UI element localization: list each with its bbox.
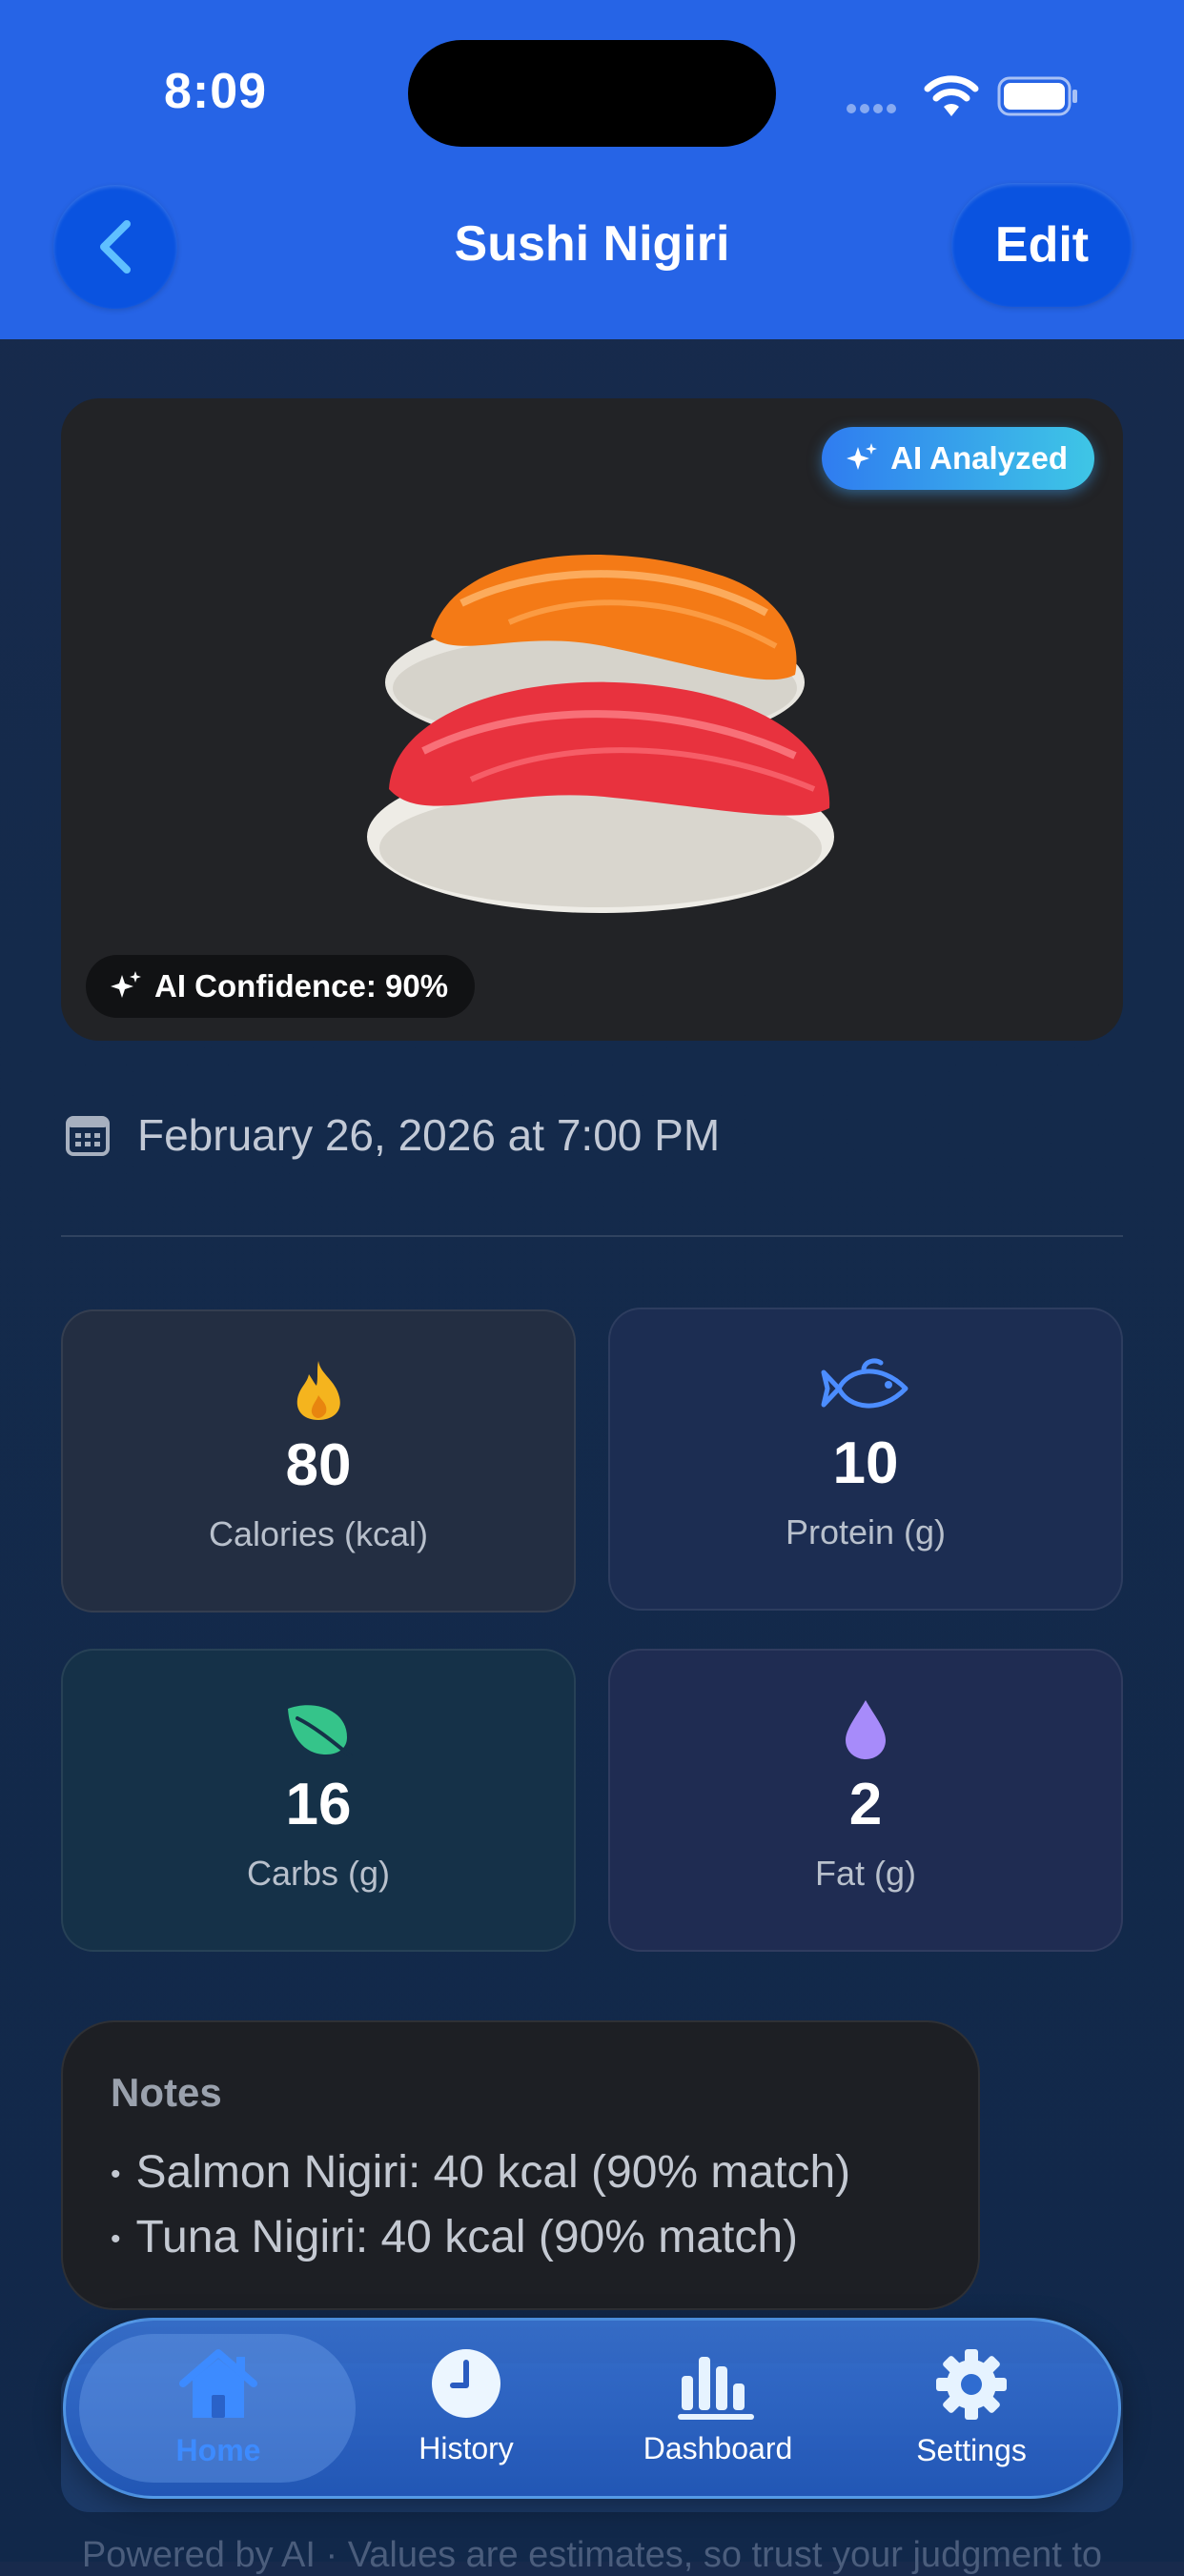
fat-tile: 2 Fat (g)	[608, 1649, 1123, 1952]
cellular-signal-icon	[847, 101, 904, 114]
ai-analyzed-label: AI Analyzed	[890, 440, 1068, 476]
protein-label: Protein (g)	[785, 1512, 947, 1552]
calories-label: Calories (kcal)	[208, 1514, 429, 1553]
notes-title: Notes	[111, 2070, 222, 2115]
tab-dashboard-label: Dashboard	[643, 2431, 793, 2465]
calories-value: 80	[285, 1432, 352, 1498]
ai-disclaimer: Powered by AI · Values are estimates, so…	[81, 2535, 1103, 2575]
status-time: 8:09	[164, 64, 268, 119]
fat-label: Fat (g)	[814, 1854, 916, 1893]
ai-analyzed-badge: AI Analyzed	[822, 427, 1094, 490]
calories-tile: 80 Calories (kcal)	[61, 1309, 576, 1613]
ai-confidence-badge: AI Confidence: 90%	[86, 955, 476, 1018]
note-text: Salmon Nigiri: 40 kcal (90% match)	[135, 2147, 851, 2198]
fish-icon	[821, 1358, 908, 1409]
note-item: • Salmon Nigiri: 40 kcal (90% match)	[111, 2147, 851, 2198]
tab-bar: Home History Dashboard Settings	[63, 2318, 1121, 2499]
fat-value: 2	[848, 1772, 883, 1837]
flame-icon	[296, 1361, 340, 1420]
tab-settings-label: Settings	[916, 2433, 1027, 2467]
tab-home-label: Home	[175, 2433, 261, 2467]
sparkles-icon	[847, 443, 878, 470]
drop-icon	[846, 1700, 886, 1759]
battery-icon	[997, 76, 1077, 116]
sparkles-icon	[111, 971, 141, 998]
meal-date: February 26, 2026 at 7:00 PM	[137, 1110, 721, 1160]
tab-settings[interactable]: Settings	[847, 2347, 1095, 2481]
meal-date-row: February 26, 2026 at 7:00 PM	[65, 1109, 720, 1161]
header-bar: 8:09 Sushi Nigiri Edit	[0, 0, 1184, 339]
tab-history-label: History	[418, 2431, 514, 2465]
edit-button[interactable]: Edit	[951, 183, 1133, 307]
dynamic-island	[408, 40, 776, 147]
bar-chart-icon	[678, 2357, 754, 2420]
wifi-icon	[924, 75, 979, 116]
divider	[61, 1235, 1123, 1237]
house-icon	[179, 2349, 257, 2418]
ai-confidence-label: AI Confidence: 90%	[154, 968, 449, 1004]
tab-home[interactable]: Home	[94, 2347, 342, 2481]
protein-tile: 10 Protein (g)	[608, 1308, 1123, 1611]
calendar-icon	[66, 1116, 110, 1156]
note-item: • Tuna Nigiri: 40 kcal (90% match)	[111, 2212, 798, 2262]
carbs-tile: 16 Carbs (g)	[61, 1649, 576, 1952]
leaf-icon	[288, 1705, 353, 1758]
carbs-label: Carbs (g)	[246, 1854, 391, 1893]
carbs-value: 16	[285, 1772, 352, 1837]
gear-icon	[936, 2349, 1007, 2420]
protein-value: 10	[832, 1430, 899, 1496]
notes-card: Notes • Salmon Nigiri: 40 kcal (90% match…	[61, 2020, 980, 2310]
note-text: Tuna Nigiri: 40 kcal (90% match)	[135, 2212, 798, 2262]
clock-icon	[432, 2349, 500, 2418]
tab-dashboard[interactable]: Dashboard	[594, 2347, 842, 2481]
sushi-image	[367, 555, 834, 913]
tab-history[interactable]: History	[342, 2347, 590, 2481]
food-photo-card: AI Analyzed AI Confidence: 90%	[61, 398, 1123, 1041]
